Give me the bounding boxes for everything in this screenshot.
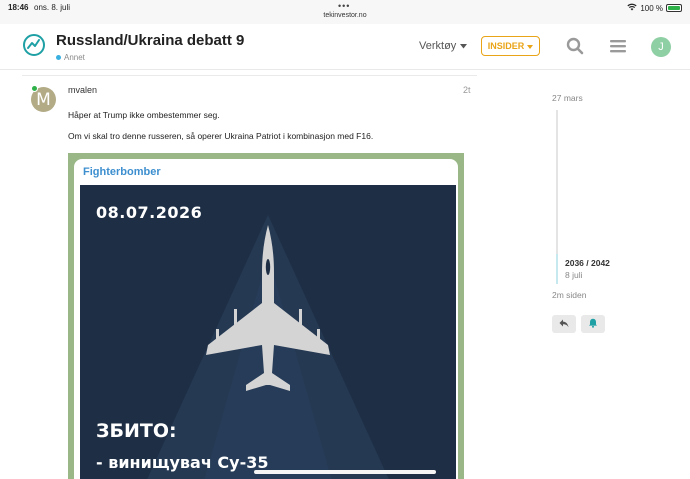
home-indicator[interactable] — [254, 470, 436, 474]
hamburger-menu-icon[interactable] — [609, 37, 627, 55]
status-right: 100 % — [627, 3, 682, 13]
category-label: Annet — [64, 53, 85, 62]
telegram-card: Fighterbomber 08.07.2026 ЗБИТО: - винищу… — [74, 159, 458, 479]
tools-menu[interactable]: Verktøy — [419, 40, 468, 52]
search-icon[interactable] — [566, 37, 584, 55]
image-date: 08.07.2026 — [96, 203, 203, 222]
url-label[interactable]: tekinvestor.no — [0, 12, 690, 19]
caret-down-icon — [527, 41, 534, 51]
timeline-start[interactable]: 27 mars — [552, 93, 583, 103]
notification-button[interactable] — [581, 315, 605, 333]
topic-title[interactable]: Russland/Ukraina debatt 9 — [56, 32, 244, 49]
more-dots-icon[interactable]: ••• — [338, 1, 350, 11]
image-headline: ЗБИТО: — [96, 420, 177, 442]
post-username[interactable]: mvalen — [68, 85, 97, 95]
category-dot-icon — [56, 55, 61, 60]
site-logo-icon[interactable] — [23, 34, 45, 56]
status-time: 18:46 — [8, 3, 29, 12]
image-subline: - винищувач Су-35 — [96, 453, 269, 472]
post-paragraph: Håper at Trump ikke ombestemmer seg. — [68, 110, 220, 120]
insider-button[interactable]: INSIDER — [481, 36, 540, 56]
user-avatar[interactable]: J — [651, 37, 671, 57]
battery-icon — [666, 4, 682, 12]
reply-button[interactable] — [552, 315, 576, 333]
timeline-current-date: 8 juli — [565, 270, 583, 280]
insider-label: INSIDER — [487, 41, 525, 51]
status-date: ons. 8. juli — [34, 3, 71, 12]
reply-icon — [559, 315, 569, 333]
topic-header: Russland/Ukraina debatt 9 Annet Verktøy … — [0, 24, 690, 70]
timeline-end[interactable]: 2m siden — [552, 290, 587, 300]
timeline-scroller[interactable] — [556, 254, 558, 284]
tools-label: Verktøy — [419, 40, 457, 52]
online-status-icon — [31, 85, 38, 92]
topic-category[interactable]: Annet — [56, 53, 85, 62]
post-time[interactable]: 2t — [463, 85, 471, 95]
post-paragraph: Om vi skal tro denne russeren, så operer… — [68, 131, 374, 141]
channel-name: Fighterbomber — [83, 166, 161, 178]
battery-percent: 100 % — [640, 3, 663, 13]
post-divider — [22, 75, 477, 76]
status-bar: 18:46 ons. 8. juli ••• tekinvestor.no 10… — [0, 0, 690, 24]
bell-icon — [588, 315, 598, 333]
post-image[interactable]: Fighterbomber 08.07.2026 ЗБИТО: - винищу… — [68, 153, 464, 479]
card-graphic: 08.07.2026 ЗБИТО: - винищувач Су-35 — [80, 185, 456, 479]
timeline-position: 2036 / 2042 — [565, 258, 610, 268]
wifi-icon — [627, 3, 637, 13]
caret-down-icon — [460, 40, 468, 52]
